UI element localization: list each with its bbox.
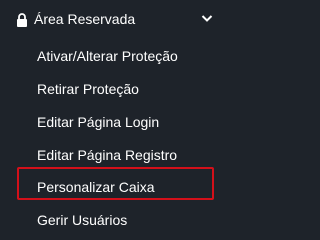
sidebar-menu: Área Reservada Ativar/Alterar Proteção R…: [0, 0, 230, 237]
menu-item-label: Gerir Usuários: [37, 212, 128, 228]
menu-item-gerir-usuarios[interactable]: Gerir Usuários: [0, 206, 230, 234]
chevron-down-icon[interactable]: [201, 14, 213, 23]
menu-item-ativar-alterar-protecao[interactable]: Ativar/Alterar Proteção: [0, 42, 230, 70]
menu-item-editar-pagina-login[interactable]: Editar Página Login: [0, 108, 230, 136]
menu-item-label: Ativar/Alterar Proteção: [37, 48, 178, 64]
menu-item-editar-pagina-registro[interactable]: Editar Página Registro: [0, 141, 230, 169]
lock-icon: [17, 13, 27, 27]
menu-item-retirar-protecao[interactable]: Retirar Proteção: [0, 75, 230, 103]
menu-item-label: Personalizar Caixa: [37, 179, 155, 195]
menu-item-personalizar-caixa[interactable]: Personalizar Caixa: [0, 173, 230, 201]
menu-item-label: Editar Página Login: [37, 114, 160, 130]
section-title: Área Reservada: [34, 11, 136, 27]
menu-item-label: Editar Página Registro: [37, 147, 178, 163]
area-reservada-section-toggle[interactable]: Área Reservada: [0, 4, 230, 34]
menu-item-label: Retirar Proteção: [37, 81, 139, 97]
